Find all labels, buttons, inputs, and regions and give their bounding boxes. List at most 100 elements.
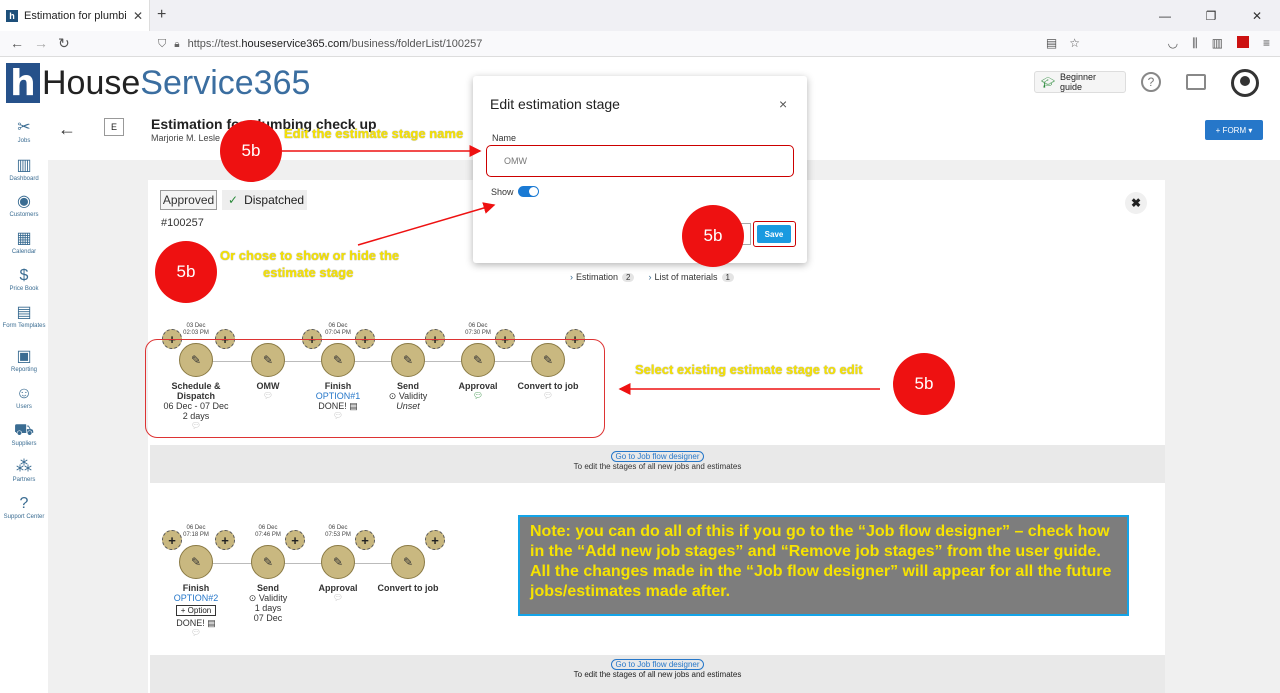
step-marker: 5b <box>220 120 282 182</box>
stage-finish[interactable]: ✎ Finish OPTION#2 + Option DONE! ▤ 💬︎ <box>156 545 236 637</box>
edit-stage-modal: Edit estimation stage × Name OMW Show Sa… <box>473 76 807 263</box>
pencil-icon[interactable]: ✎ <box>251 545 285 579</box>
pencil-icon[interactable]: ✎ <box>391 545 425 579</box>
sidebar-item-suppliers[interactable]: ⛟ Suppliers <box>0 421 48 447</box>
job-number: #100257 <box>161 217 204 229</box>
shield-icon: ⛉ <box>158 37 167 50</box>
card-close-button[interactable]: ✖ <box>1125 192 1147 214</box>
logo-h-icon: h <box>6 63 40 104</box>
extension-icon[interactable] <box>1236 36 1249 48</box>
modal-close-icon[interactable]: × <box>779 96 787 112</box>
flow2-date: 06 Dec 07:18 PM <box>183 525 209 538</box>
tab-estimation[interactable]: › Estimation 2 <box>570 272 635 282</box>
sidebar-icon[interactable]: ▥ <box>1212 36 1223 51</box>
library-icon[interactable]: ⫼ <box>1192 36 1198 51</box>
users-icon: ☺ <box>15 385 33 402</box>
bookmark-star-icon[interactable]: ☆ <box>1069 36 1080 50</box>
estimate-type-badge: E <box>104 118 124 136</box>
folder-icon[interactable] <box>1186 74 1206 90</box>
flow1-date: 06 Dec 07:04 PM <box>325 323 351 336</box>
annotation-edit-name: Edit the estimate stage name <box>284 126 464 141</box>
sidebar-item-calendar[interactable]: ▦ Calendar <box>0 229 48 255</box>
show-toggle[interactable] <box>518 186 539 197</box>
forward-arrow-icon[interactable]: → <box>34 35 48 51</box>
partners-icon: ⁂ <box>16 458 32 475</box>
sidebar-item-dashboard[interactable]: ▥ Dashboard <box>0 156 48 182</box>
page-subtitle: Marjorie M. Lesle <box>151 133 221 143</box>
minimize-icon[interactable]: — <box>1142 0 1188 31</box>
flow1-date: 03 Dec 02:03 PM <box>183 323 209 336</box>
form-icon: ▤ <box>16 304 32 321</box>
sidebar-item-jobs[interactable]: ✂ Jobs <box>0 118 48 144</box>
stage-approval[interactable]: ✎ Approval 💬︎ <box>298 545 378 602</box>
new-tab-icon[interactable]: + <box>157 6 166 24</box>
customers-icon: ◉ <box>17 193 31 210</box>
sidebar-item-users[interactable]: ☺ Users <box>0 384 48 410</box>
annotation-show-hide-1: Or chose to show or hide the <box>220 248 400 263</box>
document-icon[interactable]: ▤ <box>207 618 216 628</box>
sidebar-item-form-templates[interactable]: ▤ Form Templates <box>0 303 48 329</box>
browser-tabbar: h Estimation for plumbing check ✕ + — ❐ … <box>0 0 1280 31</box>
comment-icon[interactable]: 💬︎ <box>298 593 378 602</box>
job-flow-designer-link[interactable]: Go to Job flow designer <box>611 659 704 670</box>
job-flow-designer-panel: Go to Job flow designer To edit the stag… <box>150 445 1165 483</box>
truck-icon: ⛟ <box>13 422 35 439</box>
sidebar-item-price-book[interactable]: $ Price Book <box>0 266 48 292</box>
graduation-cap-icon: 🎓︎ <box>1041 76 1055 89</box>
status-badge-approved: Approved <box>160 190 217 210</box>
report-icon: ▣ <box>16 348 32 365</box>
restore-icon[interactable]: ❐ <box>1188 0 1234 31</box>
window-controls: — ❐ ✕ <box>1142 0 1280 31</box>
sidebar-item-partners[interactable]: ⁂ Partners <box>0 457 48 483</box>
show-label: Show <box>491 187 514 197</box>
flow1-date: 06 Dec 07:30 PM <box>465 323 491 336</box>
job-flow-designer-link[interactable]: Go to Job flow designer <box>611 451 704 462</box>
sidebar-item-support-center[interactable]: ? Support Center <box>0 494 48 520</box>
annotation-highlight-box <box>145 339 605 438</box>
stage-send[interactable]: ✎ Send ⊙ Validity 1 days 07 Dec <box>228 545 308 623</box>
modal-title: Edit estimation stage <box>490 96 620 112</box>
sidebar-item-reporting[interactable]: ▣ Reporting <box>0 347 48 373</box>
flow2-date: 06 Dec 07:46 PM <box>255 525 281 538</box>
pencil-icon[interactable]: ✎ <box>179 545 213 579</box>
stage-convert-to-job[interactable]: ✎ Convert to job <box>368 545 448 593</box>
beginner-guide-button[interactable]: 🎓︎ Beginner guide <box>1034 71 1126 93</box>
tab-title: Estimation for plumbing check <box>24 9 127 22</box>
support-icon: ? <box>19 495 29 512</box>
tab-list-of-materials[interactable]: › List of materials 1 <box>648 272 734 282</box>
annotation-show-hide-2: estimate stage <box>263 265 354 280</box>
job-flow-designer-panel: Go to Job flow designer To edit the stag… <box>150 655 1165 693</box>
name-label: Name <box>492 133 517 143</box>
browser-navbar: ← → ↻ ⛉ 🔒︎ https://test.houseservice365.… <box>0 31 1280 57</box>
reader-view-icon[interactable]: ▤ <box>1046 36 1057 50</box>
stage-name-input[interactable]: OMW <box>486 145 794 177</box>
price-tag-icon: $ <box>19 267 29 284</box>
browser-tab[interactable]: h Estimation for plumbing check ✕ <box>0 0 150 31</box>
step-marker: 5b <box>893 353 955 415</box>
page-back-arrow-icon[interactable]: ← <box>58 119 76 140</box>
add-option-button[interactable]: + Option <box>175 605 217 616</box>
avatar[interactable] <box>1231 69 1259 97</box>
url-text: https://test.houseservice365.com/busines… <box>187 38 483 50</box>
app-logo[interactable]: h House Service365 <box>6 62 310 104</box>
logo-text-house: House <box>42 63 141 102</box>
window-close-icon[interactable]: ✕ <box>1234 0 1280 31</box>
url-bar[interactable]: ⛉ 🔒︎ https://test.houseservice365.com/bu… <box>150 33 1080 55</box>
sidebar-item-customers[interactable]: ◉ Customers <box>0 192 48 218</box>
menu-icon[interactable]: ≡ <box>1263 36 1270 51</box>
help-icon[interactable]: ? <box>1141 72 1161 92</box>
step-marker: 5b <box>155 241 217 303</box>
lock-icon: 🔒︎ <box>174 38 180 50</box>
logo-text-service: Service365 <box>140 63 311 102</box>
pencil-icon[interactable]: ✎ <box>321 545 355 579</box>
clock-icon: ⊙ <box>248 593 257 603</box>
comment-icon[interactable]: 💬︎ <box>156 628 236 637</box>
reload-icon[interactable]: ↻ <box>58 35 70 52</box>
back-arrow-icon[interactable]: ← <box>10 35 24 51</box>
add-form-button[interactable]: + FORM ▾ <box>1205 120 1263 140</box>
status-badge-dispatched: ✓ Dispatched <box>222 190 307 210</box>
pocket-icon[interactable]: ◡ <box>1168 36 1178 51</box>
tab-close-icon[interactable]: ✕ <box>133 9 143 23</box>
note-box: Note: you can do all of this if you go t… <box>518 515 1129 616</box>
save-button[interactable]: Save <box>757 225 791 243</box>
